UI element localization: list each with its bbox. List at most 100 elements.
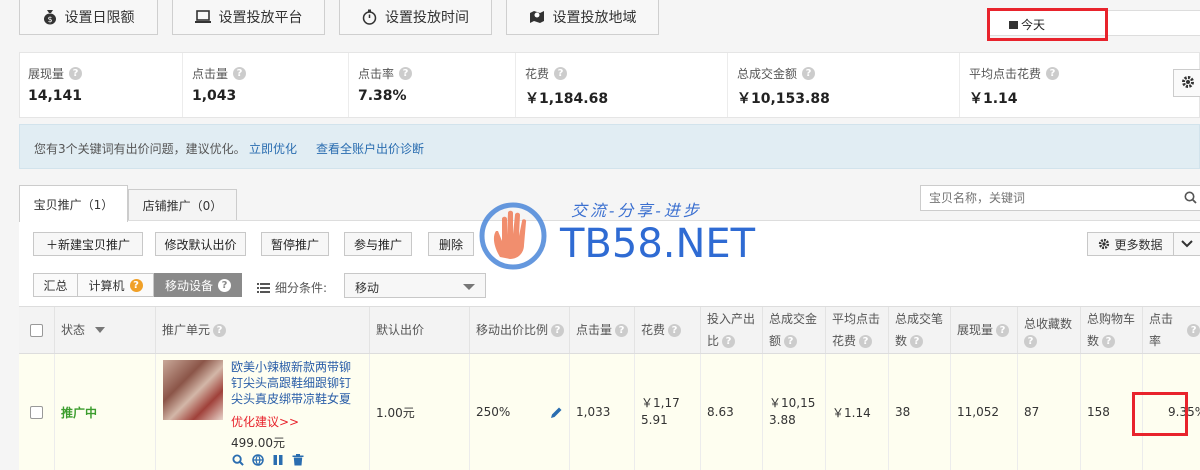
col-gmv[interactable]: 总成交金额?	[763, 307, 826, 353]
cost-value: ￥1,17	[641, 396, 680, 410]
globe-icon[interactable]	[252, 454, 264, 469]
help-icon[interactable]: ?	[218, 278, 231, 292]
col-default-bid[interactable]: 默认出价	[370, 307, 470, 353]
metric-value: 7.38%	[358, 88, 407, 104]
col-gmv-label-2: 额	[769, 334, 782, 348]
metric-cpc: 平均点击花费? ￥1.14	[961, 53, 1200, 117]
button-label: 更多数据	[1114, 237, 1163, 252]
help-icon[interactable]: ?	[1187, 323, 1200, 337]
product-thumbnail[interactable]	[163, 360, 223, 420]
col-unit-label: 推广单元	[162, 323, 211, 337]
metric-label: 点击率	[358, 67, 395, 81]
col-roi[interactable]: 投入产出比?	[701, 307, 763, 353]
metrics-settings-button[interactable]	[1173, 69, 1200, 97]
set-region-label: 设置投放地域	[552, 10, 637, 26]
button-label: 参与推广	[353, 237, 402, 252]
col-cost[interactable]: 花费?	[635, 307, 701, 353]
help-icon[interactable]: ?	[668, 323, 682, 337]
help-icon[interactable]: ?	[910, 334, 924, 348]
segment-summary[interactable]: 汇总	[33, 273, 78, 297]
edit-pencil-icon[interactable]	[550, 406, 563, 422]
metric-impressions: 展现量? 14,141	[20, 53, 183, 117]
set-region-button[interactable]: 设置投放地域	[506, 0, 659, 35]
segment-computer[interactable]: 计算机?	[78, 273, 154, 297]
modify-default-bid-button[interactable]: 修改默认出价	[155, 232, 246, 256]
new-item-promotion-button[interactable]: ＋新建宝贝推广	[33, 232, 143, 256]
help-icon[interactable]: ?	[399, 67, 413, 80]
col-cpc[interactable]: 平均点击 花费?	[826, 307, 889, 353]
join-promotion-button[interactable]: 参与推广	[344, 232, 412, 256]
help-icon[interactable]: ?	[129, 278, 143, 292]
status-badge: 推广中	[61, 405, 98, 420]
col-carts[interactable]: 总购物车数?	[1081, 307, 1143, 353]
laptop-icon	[194, 10, 211, 24]
optimize-suggestion-link[interactable]: 优化建议>>	[231, 413, 299, 430]
help-icon[interactable]: ?	[233, 67, 247, 80]
search-icon[interactable]	[1184, 191, 1197, 207]
col-orders-label: 总成交笔	[895, 312, 944, 326]
metric-cost: 花费? ￥1,184.68	[517, 53, 728, 117]
metric-value: 14,141	[28, 88, 83, 104]
help-icon[interactable]: ?	[1046, 67, 1060, 80]
set-platform-button[interactable]: 设置投放平台	[172, 0, 325, 35]
tab-shop-promotion[interactable]: 店铺推广（0）	[128, 189, 237, 220]
product-price: 499.00元	[231, 436, 285, 450]
help-icon[interactable]: ?	[802, 67, 816, 80]
help-icon[interactable]: ?	[722, 334, 736, 348]
account-bid-diagnosis-link[interactable]: 查看全账户出价诊断	[316, 140, 424, 157]
help-icon[interactable]: ?	[213, 323, 227, 337]
help-icon[interactable]: ?	[1024, 334, 1037, 348]
highlight-box-ctr	[1132, 392, 1188, 436]
filter-select[interactable]: 移动	[344, 273, 486, 298]
row-status: 推广中	[55, 354, 156, 470]
set-time-button[interactable]: 设置投放时间	[339, 0, 492, 35]
col-roi-label-2: 比	[707, 334, 720, 348]
more-data-dropdown[interactable]	[1173, 232, 1200, 256]
set-platform-label: 设置投放平台	[218, 10, 303, 26]
segment-mobile[interactable]: 移动设备?	[154, 273, 242, 297]
col-mobile-ratio[interactable]: 移动出价比例?	[470, 307, 570, 353]
trash-icon[interactable]	[292, 454, 304, 469]
search-input[interactable]	[929, 191, 1169, 205]
tab-item-promotion[interactable]: 宝贝推广（1）	[19, 185, 128, 222]
carts-value: 158	[1087, 405, 1110, 419]
help-icon[interactable]: ?	[551, 323, 565, 337]
row-clicks: 1,033	[570, 354, 635, 470]
help-icon[interactable]: ?	[784, 334, 798, 348]
set-daily-limit-button[interactable]: $ 设置日限额	[19, 0, 158, 35]
col-ctr[interactable]: 点击率?	[1143, 307, 1200, 353]
col-impressions[interactable]: 展现量?	[951, 307, 1018, 353]
pause-icon[interactable]	[272, 454, 284, 469]
col-ctr-label: 点击率	[1149, 312, 1174, 348]
col-status[interactable]: 状态	[55, 307, 156, 353]
help-icon[interactable]: ?	[554, 67, 568, 80]
select-all-checkbox[interactable]	[30, 323, 43, 337]
metric-label: 平均点击花费	[969, 67, 1042, 81]
search-icon[interactable]	[232, 454, 244, 469]
help-icon[interactable]: ?	[615, 323, 629, 337]
product-title-link[interactable]: 欧美小辣椒新款两带铆钉尖头高跟鞋细跟铆钉尖头真皮绑带凉鞋女夏	[231, 359, 354, 407]
row-orders: 38	[889, 354, 951, 470]
help-icon[interactable]: ?	[859, 334, 873, 348]
col-favorites[interactable]: 总收藏数?	[1018, 307, 1081, 353]
row-favorites: 87	[1018, 354, 1081, 470]
pause-promotion-button[interactable]: 暂停推广	[261, 232, 329, 256]
col-unit: 推广单元?	[156, 307, 370, 353]
help-icon[interactable]: ?	[1102, 334, 1116, 348]
metric-label: 花费	[525, 67, 550, 81]
more-data-button[interactable]: 更多数据	[1087, 232, 1174, 256]
row-checkbox[interactable]	[30, 405, 43, 419]
filter-label-text: 细分条件:	[275, 281, 328, 295]
default-bid-value: 1.00元	[376, 405, 415, 420]
search-box[interactable]	[920, 185, 1200, 211]
delete-button[interactable]: 删除	[428, 232, 474, 256]
help-icon[interactable]: ?	[69, 67, 83, 80]
row-default-bid: 1.00元	[370, 354, 470, 470]
optimize-now-link[interactable]: 立即优化	[249, 140, 297, 157]
cost-value-2: 5.91	[641, 413, 668, 427]
row-select-cell	[19, 354, 55, 470]
help-icon[interactable]: ?	[996, 323, 1010, 337]
notice-text: 您有3个关键词有出价问题，建议优化。	[34, 142, 246, 156]
col-orders[interactable]: 总成交笔数?	[889, 307, 951, 353]
col-clicks[interactable]: 点击量?	[570, 307, 635, 353]
